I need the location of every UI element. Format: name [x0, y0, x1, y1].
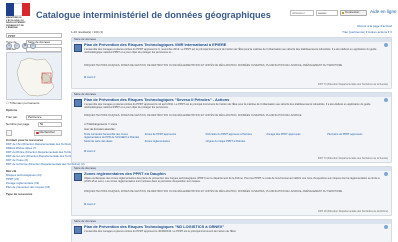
map-option-label: Tribunaux permanents [9, 101, 40, 105]
associated-link[interactable]: Texte contenant l'ensemble des zones rég… [84, 133, 141, 139]
card-keywords: RISQUES TECHNOLOGIQUES, ZONES DE GESTION… [84, 64, 343, 67]
card-description: L'ensemble des zonages et pièces écrites… [84, 48, 377, 55]
results-count: 1-20 résultat(s) / 100 (1) [71, 30, 104, 34]
sort-select[interactable]: Pertinence [26, 115, 62, 120]
login-button[interactable]: Connexion [340, 10, 367, 16]
zoom-in-icon[interactable]: + [6, 43, 12, 49]
lock-icon [342, 12, 344, 14]
card-actions[interactable]: ✚ Liens ▾ [84, 150, 96, 153]
dataset-thumbnail[interactable] [74, 44, 82, 52]
login-button-label: Connexion [345, 10, 360, 15]
dataset-thumbnail[interactable] [74, 226, 82, 234]
search-sidebar: Type de Série de données Afficher Zoom +… [0, 31, 85, 242]
search-icon [36, 131, 39, 135]
map-option-row[interactable]: ☐ Tribunaux permanents [6, 101, 40, 106]
result-card: Série de données Plan de Prévention des … [71, 37, 392, 89]
flag-icon [6, 3, 30, 16]
card-description: L'ensemble des zonages et pièces écrites… [84, 230, 236, 233]
card-description: Objets surfaciques des zones réglementai… [84, 177, 380, 184]
page-title: Catalogue interministériel de données gé… [36, 10, 271, 20]
france-map-icon [7, 53, 61, 99]
per-page-select[interactable]: 50 [38, 122, 62, 127]
card-owner: DDT 74 (Direction Départementale des Ter… [317, 83, 388, 86]
draw-box-icon[interactable]: □ [30, 43, 36, 49]
resource-type-title: Type de ressource [6, 192, 33, 196]
card-actions[interactable]: ✚ Liens ▾ [84, 76, 96, 79]
map-view-icon[interactable] [384, 43, 388, 47]
username-input[interactable] [290, 10, 314, 16]
card-keywords: RISQUES TECHNOLOGIQUES, ZONES DE GESTION… [84, 114, 302, 117]
associated-datasets-label: Jeux de données associés : [84, 128, 117, 131]
map-toolbar: + − ✥ □ [6, 43, 36, 49]
options-title: Options [6, 108, 18, 112]
map-view-icon[interactable] [384, 172, 388, 176]
facet-keyword[interactable]: Plan de prévention des risques (15) [6, 185, 50, 189]
map-view-icon[interactable] [384, 98, 388, 102]
pan-icon[interactable]: ✥ [22, 43, 28, 49]
help-link[interactable]: Aide en ligne [370, 9, 397, 15]
map-view[interactable] [6, 52, 62, 100]
logo-text: MINISTÈRE DE L'ÉCOLOGIE, DU DÉVELOPPEMEN… [6, 17, 26, 30]
result-card: Série de données Plan de Prévention des … [71, 219, 392, 242]
reset-button[interactable] [6, 130, 12, 136]
associated-link[interactable]: Périmètre du PPRT approuvé à Pétroles [206, 133, 263, 139]
dataset-thumbnail[interactable] [74, 173, 82, 181]
associated-link[interactable]: Zonage des PPRT approuvés [266, 133, 323, 139]
associated-link[interactable]: Périmètre de PPRT approuvés [327, 133, 384, 139]
associated-link[interactable]: Zones de PPRT approuvés [145, 133, 202, 139]
page-header: MINISTÈRE DE L'ÉCOLOGIE, DU DÉVELOPPEMEN… [0, 0, 398, 31]
password-input[interactable] [316, 10, 338, 16]
results-toolbar: 1-20 résultat(s) / 100 (1) Trier (pertin… [71, 30, 392, 36]
ministry-logo[interactable]: MINISTÈRE DE L'ÉCOLOGIE, DU DÉVELOPPEMEN… [6, 3, 30, 30]
card-actions[interactable]: ✚ Liens ▾ [84, 203, 96, 206]
zoom-out-icon[interactable]: − [14, 43, 20, 49]
result-card: Série de données Zones réglementaires de… [71, 166, 392, 216]
result-card: Série de données Plan de Prévention des … [71, 92, 392, 163]
back-home-link[interactable]: Retour à la page d'accueil [357, 24, 392, 29]
associated-links: Texte contenant l'ensemble des zones rég… [84, 133, 384, 143]
search-button-label: Rechercher [39, 130, 56, 135]
sort-label: Trier par [6, 115, 18, 119]
search-input[interactable] [6, 33, 62, 38]
card-link-filter[interactable]: ☑ Téléchargements ☐ Liens [84, 123, 117, 126]
card-description: L'ensemble des zonages et pièces écrites… [84, 103, 371, 110]
dataset-thumbnail[interactable] [74, 99, 82, 107]
associated-link[interactable]: Zones réglementaires [145, 140, 202, 143]
associated-link[interactable]: Origine du risque PPRT à Pétroles [206, 140, 263, 143]
results-options[interactable]: Trier (pertinence) ▾ Autres actions ▾ ≡ [342, 30, 392, 35]
card-keywords: RISQUES TECHNOLOGIQUES, ZONES DE GESTION… [84, 190, 343, 193]
per-page-label: Nombre par page [6, 122, 30, 126]
card-owner: DDT 74 (Direction Départementale des Ter… [317, 157, 388, 160]
card-owner: DDT 26 (Direction Départementale des Ter… [318, 210, 388, 213]
associated-link[interactable]: Stock de carte des aléas [84, 140, 141, 143]
search-button[interactable]: Rechercher [34, 130, 62, 136]
map-view-icon[interactable] [384, 225, 388, 229]
